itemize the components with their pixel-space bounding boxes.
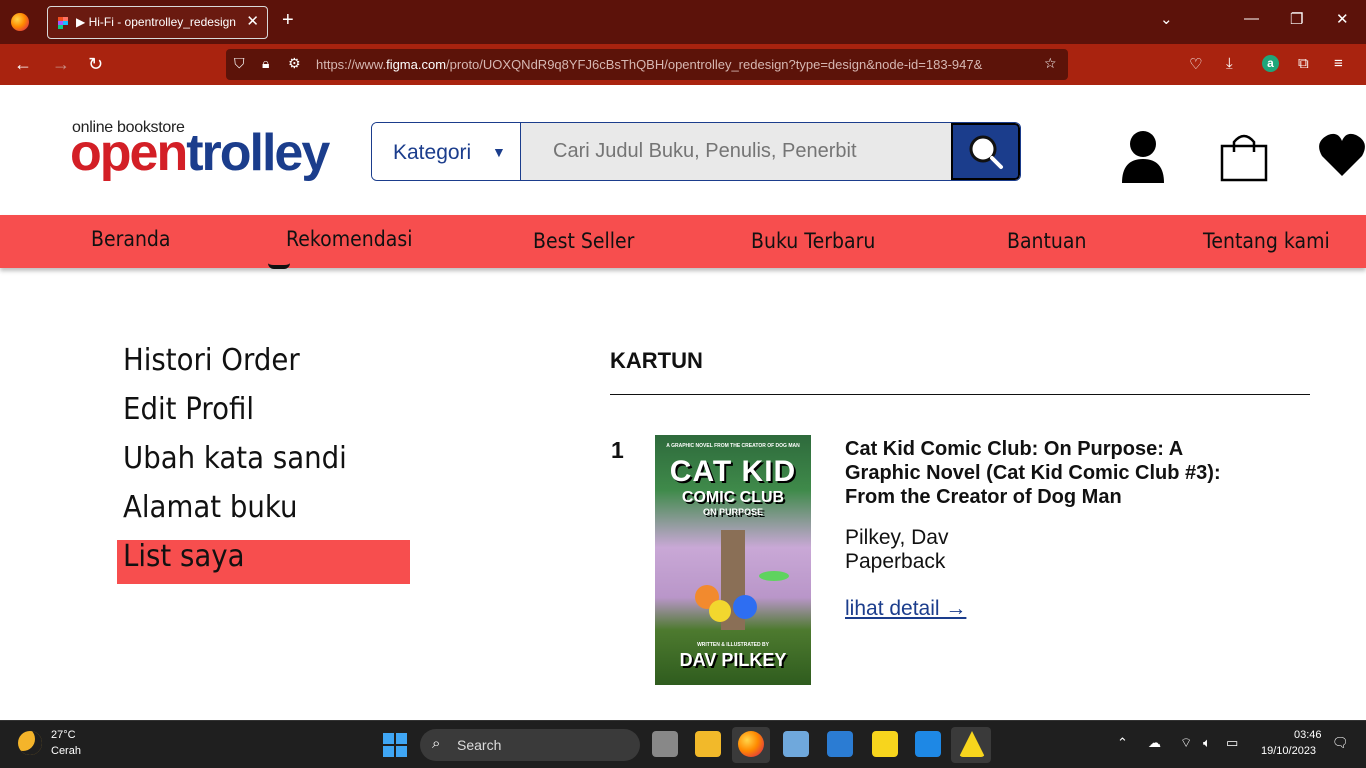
notifications-icon[interactable]: 🗨︎	[1332, 735, 1349, 751]
bookmark-star-icon[interactable]: ☆	[1044, 55, 1057, 72]
todo-icon[interactable]	[827, 731, 853, 757]
user-icon[interactable]	[1120, 129, 1166, 183]
sticky-notes-icon[interactable]	[872, 731, 898, 757]
taskbar-search[interactable]: ⌕ Search	[420, 729, 640, 761]
download-icon[interactable]: ⤓	[1226, 55, 1233, 72]
clock-time[interactable]: 03:46	[1294, 729, 1322, 741]
forward-icon[interactable]: →	[52, 54, 70, 75]
weather-icon[interactable]	[18, 731, 42, 755]
cover-character-blue	[733, 595, 757, 619]
clock-date[interactable]: 19/10/2023	[1261, 745, 1316, 757]
permissions-icon[interactable]: ⚙︎	[288, 55, 301, 72]
sidebar-item-histori-order[interactable]: Histori Order	[123, 343, 315, 378]
shield-icon[interactable]: ⛉	[234, 55, 245, 72]
extensions-icon[interactable]: ⧉	[1298, 55, 1309, 72]
search-input[interactable]	[521, 123, 951, 180]
back-icon[interactable]: ←	[14, 54, 32, 75]
pocket-icon[interactable]: ♡	[1189, 55, 1202, 73]
heart-icon[interactable]	[1318, 132, 1366, 178]
cover-tagline: A GRAPHIC NOVEL FROM THE CREATOR OF DOG …	[666, 443, 800, 449]
search-icon: ⌕	[432, 735, 441, 752]
photos-icon[interactable]	[783, 731, 809, 757]
cover-author: DAV PILKEY	[679, 650, 787, 670]
firefox-taskbar-icon[interactable]	[738, 731, 764, 757]
list-section-title: KARTUN	[610, 348, 703, 373]
book-format: Paperback	[845, 550, 946, 573]
cover-character-yellow	[709, 600, 731, 622]
file-explorer-icon[interactable]	[695, 731, 721, 757]
taskbar-search-label: Search	[457, 737, 502, 753]
cover-subtitle: COMIC CLUB	[681, 489, 785, 506]
menu-item-rekomendasi[interactable]: Rekomendasi	[286, 227, 412, 251]
menu-icon[interactable]: ≡	[1334, 55, 1343, 72]
menu-item-beranda[interactable]: Beranda	[91, 227, 171, 251]
menu-item-bantuan[interactable]: Bantuan	[1007, 229, 1086, 253]
book-title[interactable]: Cat Kid Comic Club: On Purpose: A Graphi…	[845, 437, 1225, 509]
weather-temp: 27°C	[51, 729, 76, 741]
menu-item-buku-terbaru[interactable]: Buku Terbaru	[751, 229, 875, 253]
browser-tab-bar: ▶ Hi-Fi - opentrolley_redesign ✕ + ⌄ — ❐…	[0, 0, 1366, 44]
tab-title: ▶ Hi-Fi - opentrolley_redesign	[76, 15, 236, 29]
search-icon	[969, 135, 1003, 169]
reload-icon[interactable]: ↻	[88, 54, 103, 75]
weather-condition: Cerah	[51, 745, 81, 757]
cover-subtitle-small: ON PURPOSE	[702, 507, 763, 517]
url-text[interactable]: https://www.figma.com/proto/UOXQNdR9q8YF…	[316, 57, 1038, 72]
item-rank: 1	[611, 437, 624, 463]
firefox-icon[interactable]	[11, 13, 29, 31]
site-header: online bookstore opentrolley Kategori ▼	[0, 85, 1366, 215]
search-button[interactable]	[951, 123, 1020, 180]
figma-icon	[58, 17, 68, 29]
volume-icon[interactable]: 🔈︎	[1203, 735, 1211, 751]
tab-list-icon[interactable]: ⌄	[1160, 10, 1173, 28]
dropdown-arrow-icon: ▼	[492, 144, 506, 160]
windows-taskbar: 27°C Cerah ⌕ Search ⌃ ☁︎ ⌔ 🔈︎ ▭ 03:46 19…	[0, 720, 1366, 768]
cover-character-green	[759, 571, 789, 581]
book-cover-image[interactable]: A GRAPHIC NOVEL FROM THE CREATOR OF DOG …	[655, 435, 811, 685]
detail-link[interactable]: lihat detail →	[845, 597, 966, 621]
onedrive-icon[interactable]: ☁︎	[1148, 735, 1161, 751]
wifi-icon[interactable]: ⌔	[1180, 735, 1192, 751]
restore-icon[interactable]: ❐	[1290, 10, 1303, 28]
new-tab-button[interactable]: +	[282, 9, 294, 32]
main-menu: Beranda Rekomendasi Best Seller Buku Ter…	[0, 215, 1366, 268]
shopping-bag-icon[interactable]	[1220, 130, 1268, 182]
cover-title: CAT KID	[669, 455, 797, 488]
cover-credit: WRITTEN & ILLUSTRATED BY	[697, 642, 769, 648]
category-label: Kategori	[393, 141, 472, 164]
menu-item-best-seller[interactable]: Best Seller	[533, 229, 634, 253]
address-bar[interactable]: ⛉ 🔒︎ ⚙︎ https://www.figma.com/proto/UOXQ…	[226, 49, 1068, 80]
task-view-icon[interactable]	[652, 731, 678, 757]
browser-nav-bar: ← → ↻ ⛉ 🔒︎ ⚙︎ https://www.figma.com/prot…	[0, 44, 1366, 85]
site-logo[interactable]: opentrolley	[70, 127, 330, 179]
account-icon[interactable]: a	[1262, 55, 1279, 72]
category-dropdown[interactable]: Kategori ▼	[372, 123, 521, 180]
start-icon[interactable]	[383, 733, 407, 757]
lock-icon[interactable]: 🔒︎	[262, 55, 269, 72]
close-window-icon[interactable]: ✕	[1336, 10, 1349, 28]
section-divider	[610, 394, 1310, 395]
sidebar-item-list-saya[interactable]: List saya	[123, 539, 255, 574]
battery-icon[interactable]: ▭	[1226, 735, 1238, 751]
browser-tab[interactable]: ▶ Hi-Fi - opentrolley_redesign ✕	[47, 6, 268, 39]
menu-item-tentang-kami[interactable]: Tentang kami	[1203, 229, 1330, 253]
vscode-icon[interactable]	[915, 731, 941, 757]
book-author: Pilkey, Dav	[845, 526, 949, 549]
scrolled-heading-fragment	[268, 263, 290, 269]
sidebar-item-ubah-kata-sandi[interactable]: Ubah kata sandi	[123, 441, 366, 476]
sidebar-item-edit-profil[interactable]: Edit Profil	[123, 392, 265, 427]
tab-close-icon[interactable]: ✕	[246, 12, 259, 30]
search-bar: Kategori ▼	[371, 122, 1021, 181]
sidebar-item-alamat-buku[interactable]: Alamat buku	[123, 490, 313, 525]
minimize-icon[interactable]: —	[1244, 10, 1259, 27]
tray-chevron-icon[interactable]: ⌃	[1117, 735, 1128, 751]
